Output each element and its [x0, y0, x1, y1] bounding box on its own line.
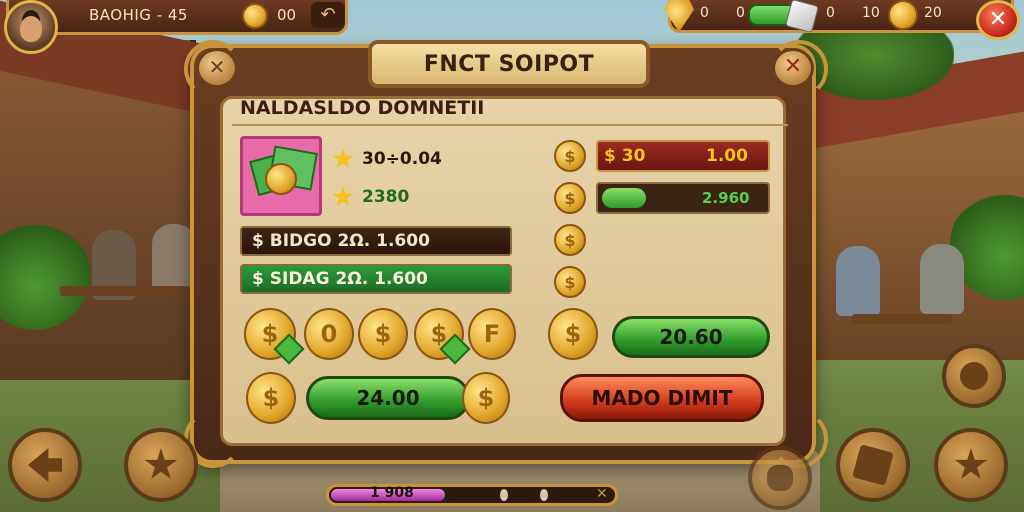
beetle-icon [960, 362, 988, 390]
panel-subtitle: NALDASLDO DOMNETII [240, 97, 485, 119]
progress-marker-2 [540, 489, 548, 501]
panel-close-button[interactable]: ✕ [772, 48, 814, 88]
purchase-button[interactable]: 24.00 [306, 376, 470, 420]
reward-progress-value: 2.960 [702, 189, 750, 207]
coin-icon-col-4: $ [554, 266, 586, 298]
bug-nav-button[interactable] [942, 344, 1006, 408]
beetle-nav-button[interactable] [748, 446, 812, 510]
back-nav-button[interactable] [8, 428, 82, 502]
coin-icon-large: $ [548, 308, 598, 360]
beetle-icon-2 [767, 465, 793, 491]
coin-icon-col-2: $ [554, 182, 586, 214]
avatar-face [20, 16, 42, 42]
progress-marker [500, 489, 508, 501]
star-icon-nav [144, 448, 178, 479]
coin-option-5[interactable]: F [468, 308, 516, 360]
item-stat-1: 30÷0.04 [362, 149, 442, 169]
star-nav-button[interactable] [934, 428, 1008, 502]
coin-icon-bottom-mid: $ [462, 372, 510, 424]
shield-value: 0 [700, 5, 709, 21]
star-icon-nav-right [954, 448, 988, 479]
right-table [852, 314, 952, 324]
item-coin-icon [265, 163, 297, 195]
buy-button[interactable]: 20.60 [612, 316, 770, 358]
close-game-button[interactable]: ✕ [976, 0, 1020, 40]
arrow-left-icon [28, 448, 62, 482]
coin-icon-bottom-left: $ [246, 372, 296, 424]
coin-count: 00 [277, 6, 297, 24]
price-bar-green: $ SIDAG 2Ω. 1.600 [240, 264, 512, 294]
progress-end-icon: ✕ [596, 486, 608, 502]
coin-icon-right [888, 0, 918, 30]
dice-value: 0 [826, 5, 835, 21]
reward-bar-red: $ 30 1.00 [596, 140, 770, 172]
action-button-red[interactable]: MADO DIMIT [560, 374, 764, 422]
villager-right [836, 246, 880, 316]
player-avatar[interactable] [4, 0, 58, 54]
price-bar-dark: $ BIDGO 2Ω. 1.600 [240, 226, 512, 256]
stat-value: 10 [862, 5, 880, 21]
reward-progress-bar: 2.960 [596, 182, 770, 214]
coin-option-2[interactable]: 0 [304, 308, 354, 360]
item-card-icon[interactable] [240, 136, 322, 216]
bottom-progress-label: 1 908 [370, 485, 414, 501]
reward-right-value: 1.00 [706, 146, 748, 166]
undo-button[interactable]: ↶ [311, 2, 345, 28]
energy-value: 0 [736, 5, 745, 21]
coin-icon-col-1: $ [554, 140, 586, 172]
left-table [60, 286, 190, 296]
player-name: BAOHIG - 45 [89, 6, 188, 24]
subtitle-divider [232, 124, 788, 126]
coin-icon [242, 3, 268, 29]
reward-left-value: $ 30 [604, 146, 646, 166]
panel-title: FNCT SOIPOT [368, 40, 650, 88]
coin-option-3[interactable]: $ [358, 308, 408, 360]
cube-icon [852, 444, 894, 486]
villager-right-2 [920, 244, 964, 314]
panel-back-button[interactable]: ✕ [196, 48, 238, 88]
favorites-nav-button[interactable] [124, 428, 198, 502]
coins-right-value: 20 [924, 5, 942, 21]
cube-nav-button[interactable] [836, 428, 910, 502]
reward-progress-fill [602, 188, 646, 208]
hud-right-bar [668, 0, 1014, 33]
coin-icon-col-3: $ [554, 224, 586, 256]
item-stat-2: 2380 [362, 187, 410, 207]
